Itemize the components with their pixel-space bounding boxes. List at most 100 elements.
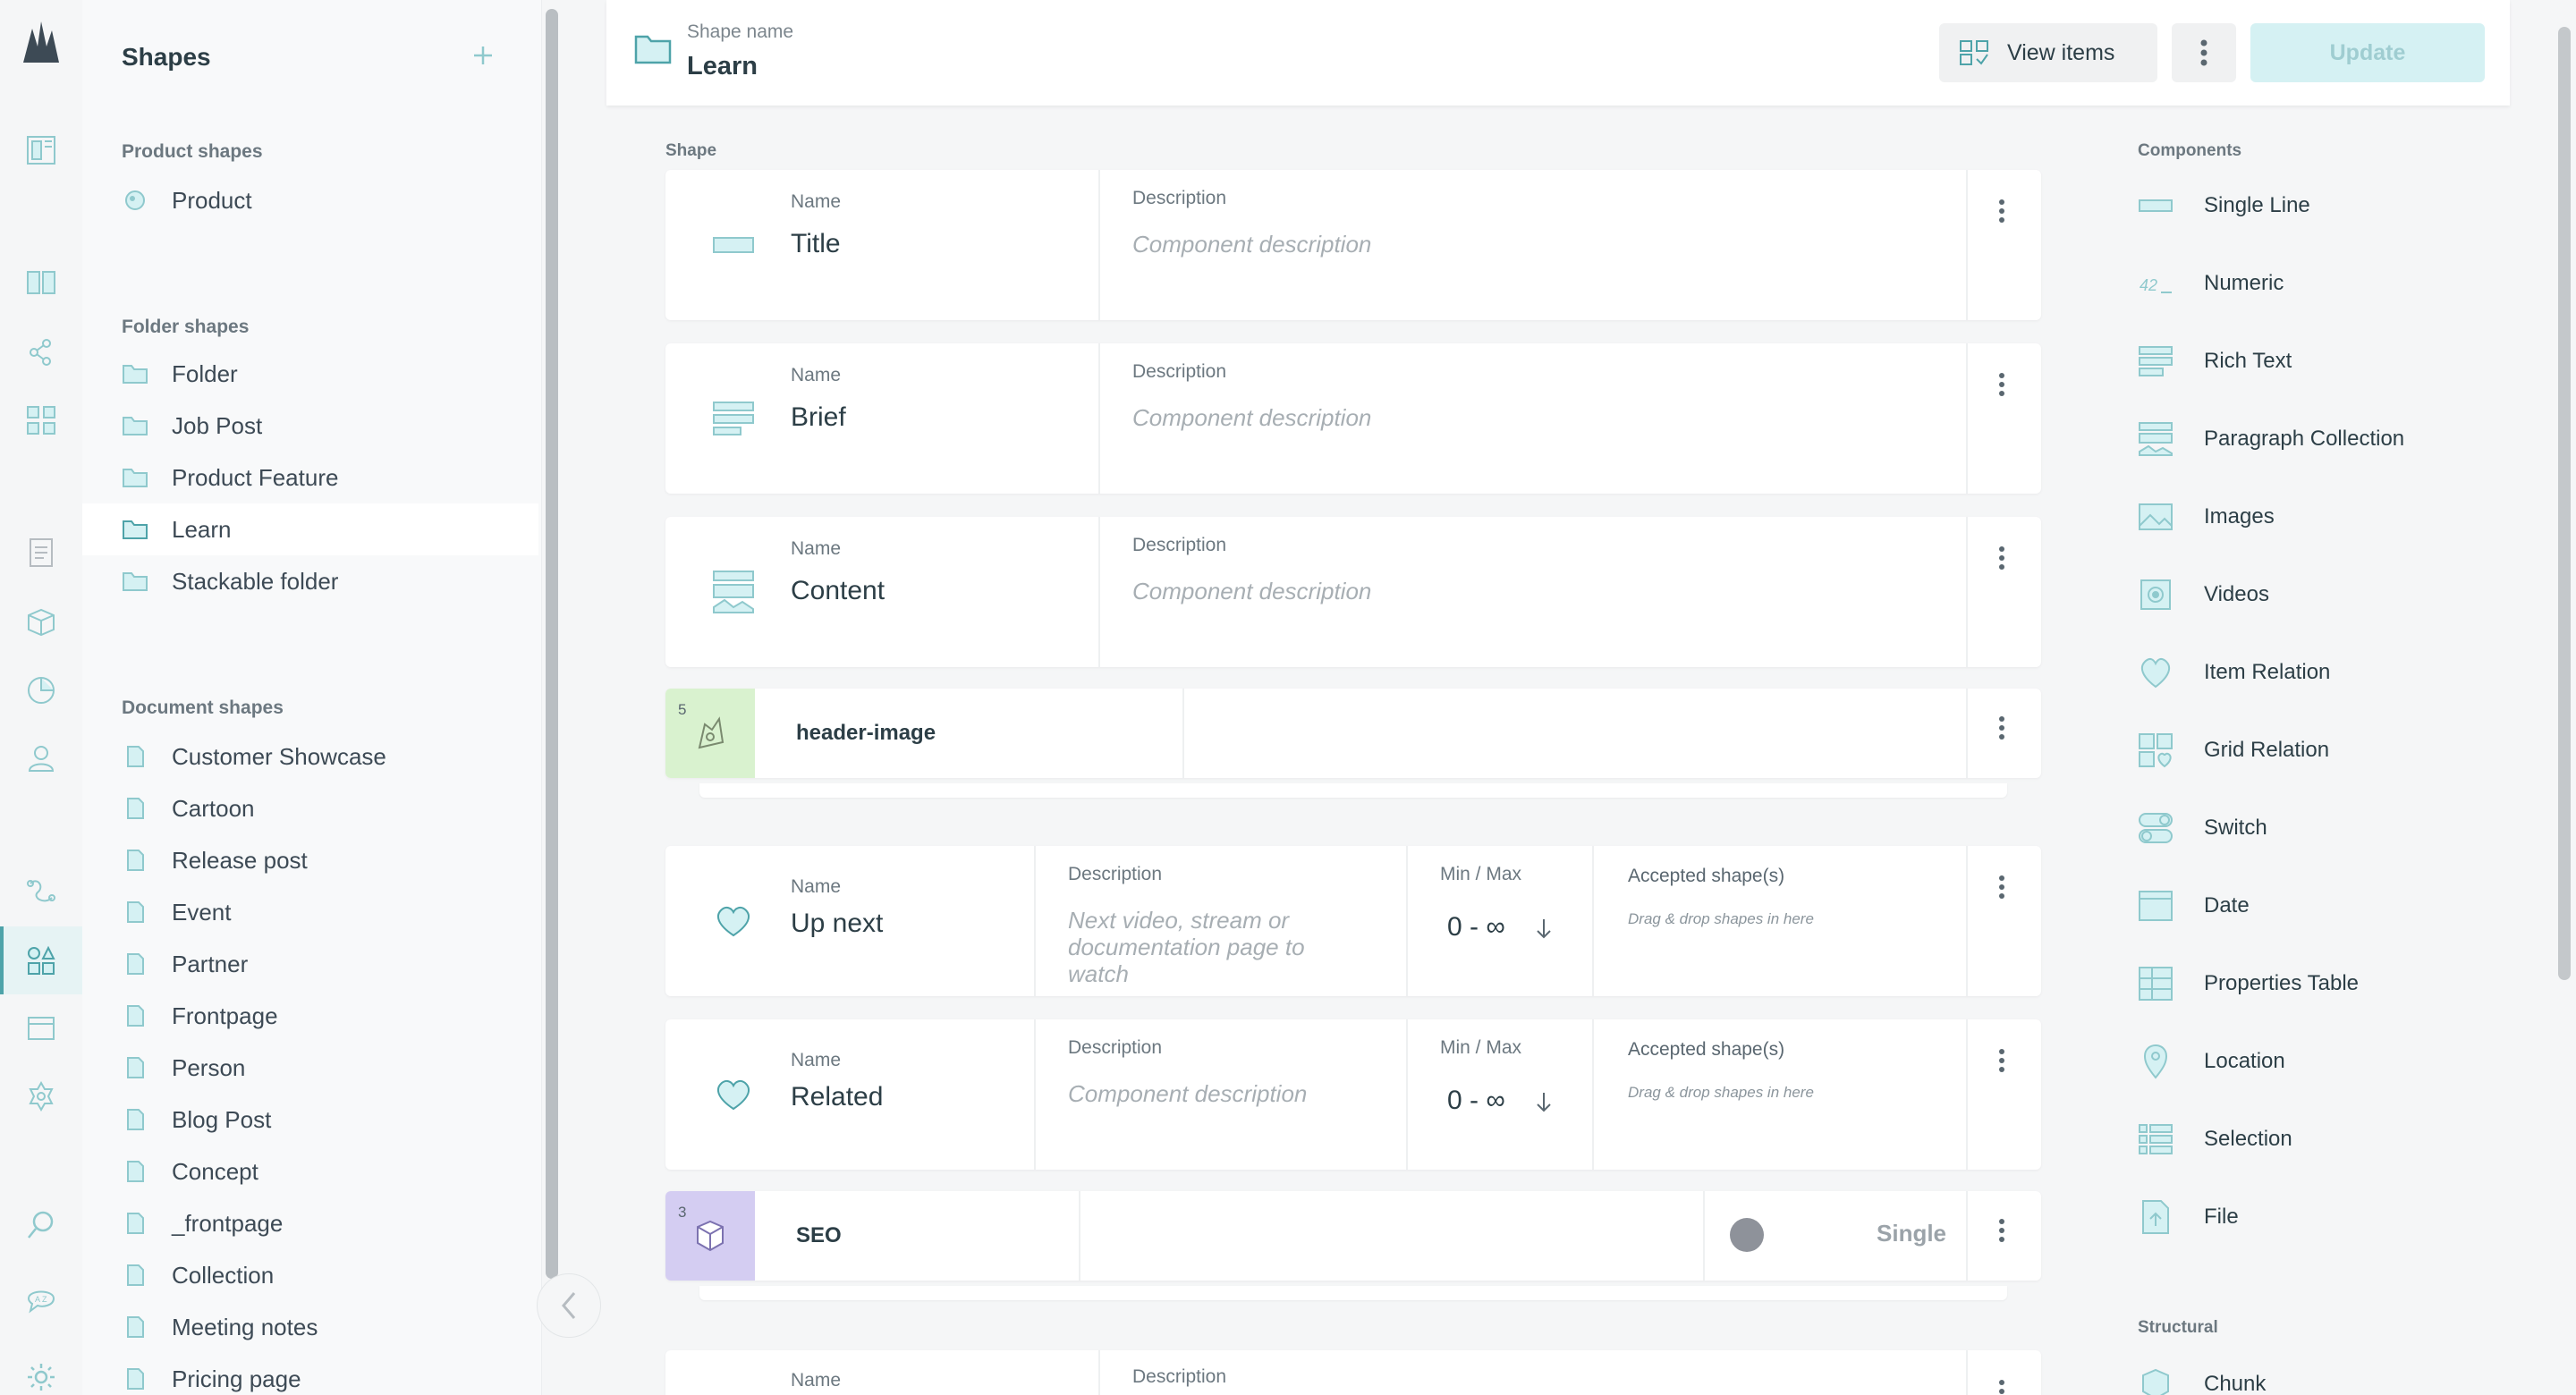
component-menu-button[interactable] bbox=[1966, 1019, 2041, 1170]
component-card-brief[interactable]: Name Brief Description Component descrip… bbox=[665, 343, 2041, 494]
shapes-icon[interactable] bbox=[25, 944, 57, 976]
component-card-related[interactable]: Name Related Description Component descr… bbox=[665, 1019, 2041, 1170]
palette-item-single-line[interactable]: Single Line bbox=[2138, 179, 2513, 232]
sidebar-item-document[interactable]: Blog Post bbox=[82, 1094, 538, 1146]
component-menu-button[interactable] bbox=[1966, 517, 2041, 667]
palette-item-numeric[interactable]: 42 Numeric bbox=[2138, 257, 2513, 310]
arrow-down-icon[interactable] bbox=[1535, 917, 1553, 941]
subscriptions-icon[interactable] bbox=[25, 606, 57, 638]
component-menu-button[interactable] bbox=[1998, 1379, 2005, 1395]
single-line-icon bbox=[2138, 188, 2174, 224]
sidebar-item-document[interactable]: _frontpage bbox=[82, 1197, 538, 1249]
chunk-name[interactable]: SEO bbox=[796, 1223, 842, 1248]
chunk-name[interactable]: header-image bbox=[796, 721, 936, 746]
topics-icon[interactable] bbox=[25, 336, 57, 368]
palette-item-selection[interactable]: Selection bbox=[2138, 1112, 2513, 1166]
component-card-title[interactable]: Name Title Description Component descrip… bbox=[665, 170, 2041, 320]
description-input[interactable]: Component description bbox=[1068, 1080, 1307, 1108]
sidebar-item-stackable-folder[interactable]: Stackable folder bbox=[82, 555, 538, 607]
component-menu-button[interactable] bbox=[1966, 689, 2041, 778]
sidebar-item-document[interactable]: Event bbox=[82, 886, 538, 938]
component-name[interactable]: Title bbox=[791, 229, 841, 259]
sidebar-item-document[interactable]: Collection bbox=[82, 1249, 538, 1301]
catalogue-icon[interactable] bbox=[25, 266, 57, 299]
sidebar-item-product[interactable]: Product bbox=[82, 174, 538, 226]
sidebar-item-document[interactable]: Pricing page bbox=[82, 1353, 538, 1395]
component-card-partial[interactable]: Name Description bbox=[665, 1350, 2041, 1395]
palette-item-paragraph-collection[interactable]: Paragraph Collection bbox=[2138, 412, 2513, 466]
component-name[interactable]: Brief bbox=[791, 402, 846, 433]
arrow-down-icon[interactable] bbox=[1535, 1091, 1553, 1114]
palette-item-chunk[interactable]: Chunk bbox=[2138, 1357, 2513, 1395]
sidebar-item-product-feature[interactable]: Product Feature bbox=[82, 452, 538, 503]
palette-item-properties-table[interactable]: Properties Table bbox=[2138, 957, 2513, 1010]
sidebar-item-learn[interactable]: Learn bbox=[82, 503, 538, 555]
accepted-shapes-dropzone[interactable]: Drag & drop shapes in here bbox=[1628, 1084, 1814, 1102]
palette-item-rich-text[interactable]: Rich Text bbox=[2138, 334, 2513, 388]
flows-icon[interactable] bbox=[25, 875, 57, 907]
component-name[interactable]: Content bbox=[791, 576, 885, 606]
sidebar-item-document[interactable]: Partner bbox=[82, 938, 538, 990]
component-card-up-next[interactable]: Name Up next Description Next video, str… bbox=[665, 846, 2041, 996]
sidebar-item-document[interactable]: Release post bbox=[82, 834, 538, 886]
min-max-value[interactable]: 0 - ∞ bbox=[1447, 1086, 1505, 1116]
component-menu-button[interactable] bbox=[1966, 343, 2041, 494]
chunk-card-header-image[interactable]: 5 header-image bbox=[665, 689, 2041, 778]
gear-icon[interactable] bbox=[25, 1361, 57, 1393]
shape-section-label: Shape bbox=[665, 141, 717, 160]
more-options-button[interactable] bbox=[2172, 23, 2236, 82]
grids-icon[interactable] bbox=[25, 404, 57, 436]
component-name[interactable]: Up next bbox=[791, 909, 883, 939]
component-menu-button[interactable] bbox=[1966, 1191, 2041, 1281]
sidebar-item-document[interactable]: Frontpage bbox=[82, 990, 538, 1042]
sidebar-scrollbar[interactable] bbox=[546, 9, 558, 1279]
palette-item-switch[interactable]: Switch bbox=[2138, 801, 2513, 855]
chunk-badge[interactable]: 3 bbox=[665, 1191, 755, 1281]
search-icon[interactable] bbox=[25, 1209, 57, 1241]
customers-icon[interactable] bbox=[25, 742, 57, 774]
accepted-shapes-dropzone[interactable]: Drag & drop shapes in here bbox=[1628, 910, 1814, 928]
collapse-sidebar-button[interactable] bbox=[537, 1273, 601, 1338]
orders-icon[interactable] bbox=[25, 537, 57, 569]
sidebar-item-document[interactable]: Meeting notes bbox=[82, 1301, 538, 1353]
main-scrollbar[interactable] bbox=[2558, 27, 2571, 980]
description-input[interactable]: Component description bbox=[1132, 231, 1371, 258]
translate-icon[interactable]: A Z bbox=[25, 1282, 57, 1315]
usage-icon[interactable] bbox=[25, 674, 57, 706]
sidebar-item-document[interactable]: Concept bbox=[82, 1146, 538, 1197]
palette-item-videos[interactable]: Videos bbox=[2138, 568, 2513, 621]
description-input[interactable]: Next video, stream or documentation page… bbox=[1068, 907, 1336, 982]
chunk-badge[interactable]: 5 bbox=[665, 689, 755, 778]
chunk-card-seo[interactable]: 3 SEO Single bbox=[665, 1191, 2041, 1281]
component-menu-button[interactable] bbox=[1966, 846, 2041, 996]
sidebar-item-document[interactable]: Cartoon bbox=[82, 782, 538, 834]
sidebar-item-job-post[interactable]: Job Post bbox=[82, 400, 538, 452]
palette-item-file[interactable]: File bbox=[2138, 1190, 2513, 1244]
update-button[interactable]: Update bbox=[2250, 23, 2485, 82]
palette-item-date[interactable]: Date bbox=[2138, 879, 2513, 933]
description-input[interactable]: Component description bbox=[1132, 404, 1371, 432]
sidebar-item-document[interactable]: Customer Showcase bbox=[82, 731, 538, 782]
palette-item-item-relation[interactable]: Item Relation bbox=[2138, 646, 2513, 699]
shape-name-value[interactable]: Learn bbox=[687, 52, 758, 81]
palette-item-images[interactable]: Images bbox=[2138, 490, 2513, 544]
view-items-button[interactable]: View items bbox=[1939, 23, 2157, 82]
description-input[interactable]: Component description bbox=[1132, 578, 1371, 605]
min-max-value[interactable]: 0 - ∞ bbox=[1447, 912, 1505, 943]
sidebar-item-document[interactable]: Person bbox=[82, 1042, 538, 1094]
file-icon bbox=[2138, 1199, 2174, 1235]
app-logo-icon[interactable] bbox=[20, 20, 63, 70]
single-line-icon bbox=[665, 170, 801, 320]
repeatable-toggle[interactable] bbox=[1730, 1218, 1764, 1252]
pieces-icon[interactable] bbox=[25, 1012, 57, 1044]
settings-star-icon[interactable] bbox=[25, 1080, 57, 1112]
sidebar-item-folder[interactable]: Folder bbox=[82, 348, 538, 400]
palette-item-location[interactable]: Location bbox=[2138, 1035, 2513, 1088]
palette-item-grid-relation[interactable]: Grid Relation bbox=[2138, 723, 2513, 777]
dashboard-icon[interactable] bbox=[25, 134, 57, 166]
component-card-content[interactable]: Name Content Description Component descr… bbox=[665, 517, 2041, 667]
add-shape-icon[interactable] bbox=[470, 43, 496, 68]
component-name[interactable]: Related bbox=[791, 1082, 883, 1112]
grid-relation-icon bbox=[2138, 732, 2174, 768]
component-menu-button[interactable] bbox=[1966, 170, 2041, 320]
